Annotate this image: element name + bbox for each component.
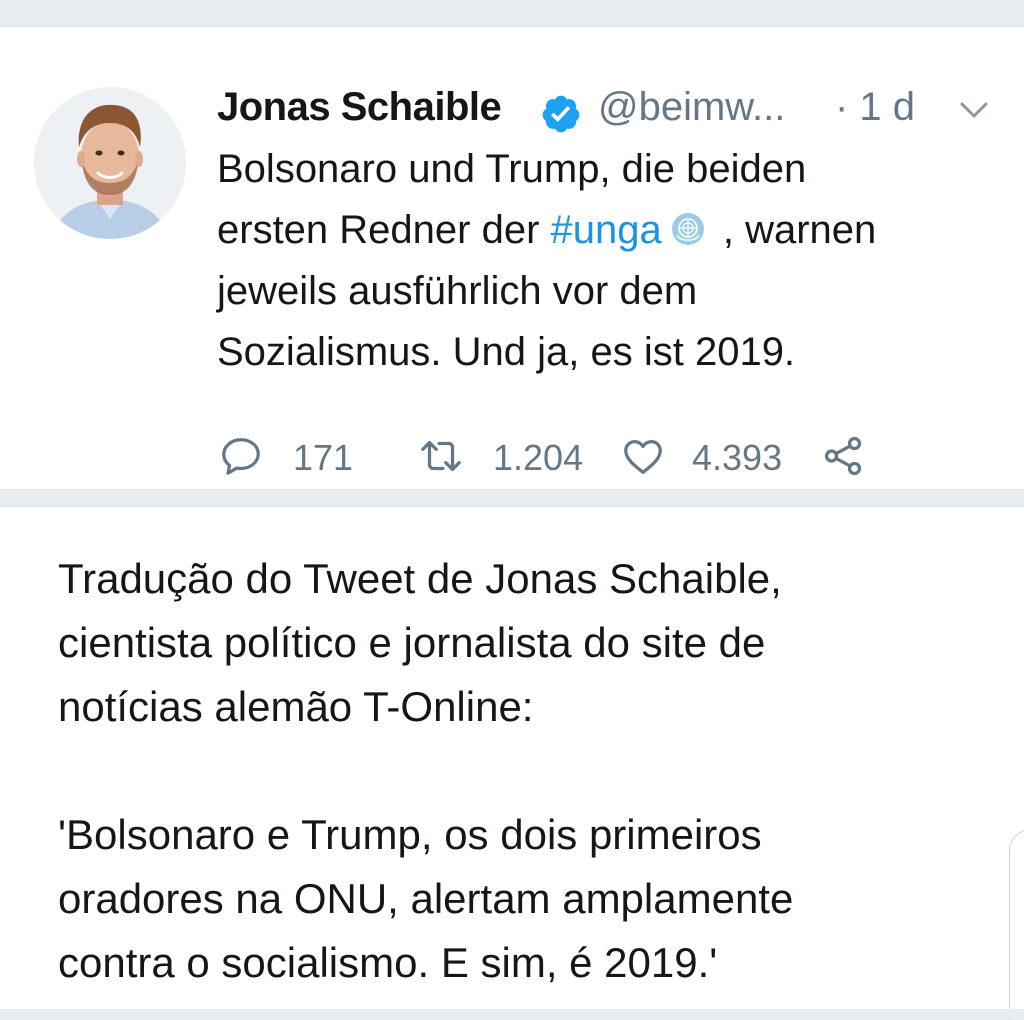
note-line-1: Tradução do Tweet de Jonas Schaible, <box>58 555 782 602</box>
author-handle[interactable]: @beimw... <box>598 85 785 130</box>
reply-icon[interactable] <box>218 433 264 479</box>
heart-icon[interactable] <box>620 433 666 479</box>
verified-badge-icon <box>542 95 580 133</box>
tweet-line-2-start: ersten Redner der <box>217 208 540 252</box>
tweet-text: Bolsonaro und Trump, die beiden ersten R… <box>217 139 1007 383</box>
author-name[interactable]: Jonas Schaible <box>217 85 502 130</box>
tweet-line-3: jeweils ausführlich vor dem <box>217 269 698 313</box>
avatar-image <box>34 87 186 239</box>
note-line-2: cientista político e jornalista do site … <box>58 619 766 666</box>
note-line-3: notícias alemão T-Online: <box>58 683 534 730</box>
tweet-header: Jonas Schaible @beimw... · 1 d <box>217 83 1007 137</box>
retweet-icon[interactable] <box>418 433 464 479</box>
note-line-5: oradores na ONU, alertam amplamente <box>58 875 794 922</box>
translation-text: Tradução do Tweet de Jonas Schaible, cie… <box>58 547 998 995</box>
bottom-divider <box>0 1009 1024 1019</box>
tweet-line-2: ersten Redner der #unga , warnen <box>217 200 1007 261</box>
share-icon[interactable] <box>820 433 866 479</box>
edge-decoration <box>1009 829 1024 1020</box>
tweet-card[interactable]: Jonas Schaible @beimw... · 1 d Bolsonaro… <box>0 26 1024 490</box>
tweet-line-1: Bolsonaro und Trump, die beiden <box>217 147 807 191</box>
chevron-down-icon[interactable] <box>957 97 991 123</box>
top-divider <box>0 0 1024 10</box>
tweet-actions: 171 1.204 4.393 <box>0 431 1024 487</box>
note-line-4: 'Bolsonaro e Trump, os dois primeiros <box>58 811 762 858</box>
avatar[interactable] <box>34 87 186 239</box>
translation-card: Tradução do Tweet de Jonas Schaible, cie… <box>0 506 1024 1020</box>
united-nations-emoji <box>669 211 706 247</box>
tweet-line-2-end: , warnen <box>711 208 877 252</box>
reply-count: 171 <box>293 437 354 478</box>
retweet-count: 1.204 <box>493 437 584 478</box>
hashtag-link[interactable]: #unga <box>551 208 662 252</box>
like-count: 4.393 <box>692 437 783 478</box>
note-line-6: contra o socialismo. E sim, é 2019.' <box>58 939 718 986</box>
tweet-time[interactable]: · 1 d <box>835 85 915 130</box>
tweet-line-4: Sozialismus. Und ja, es ist 2019. <box>217 330 796 374</box>
